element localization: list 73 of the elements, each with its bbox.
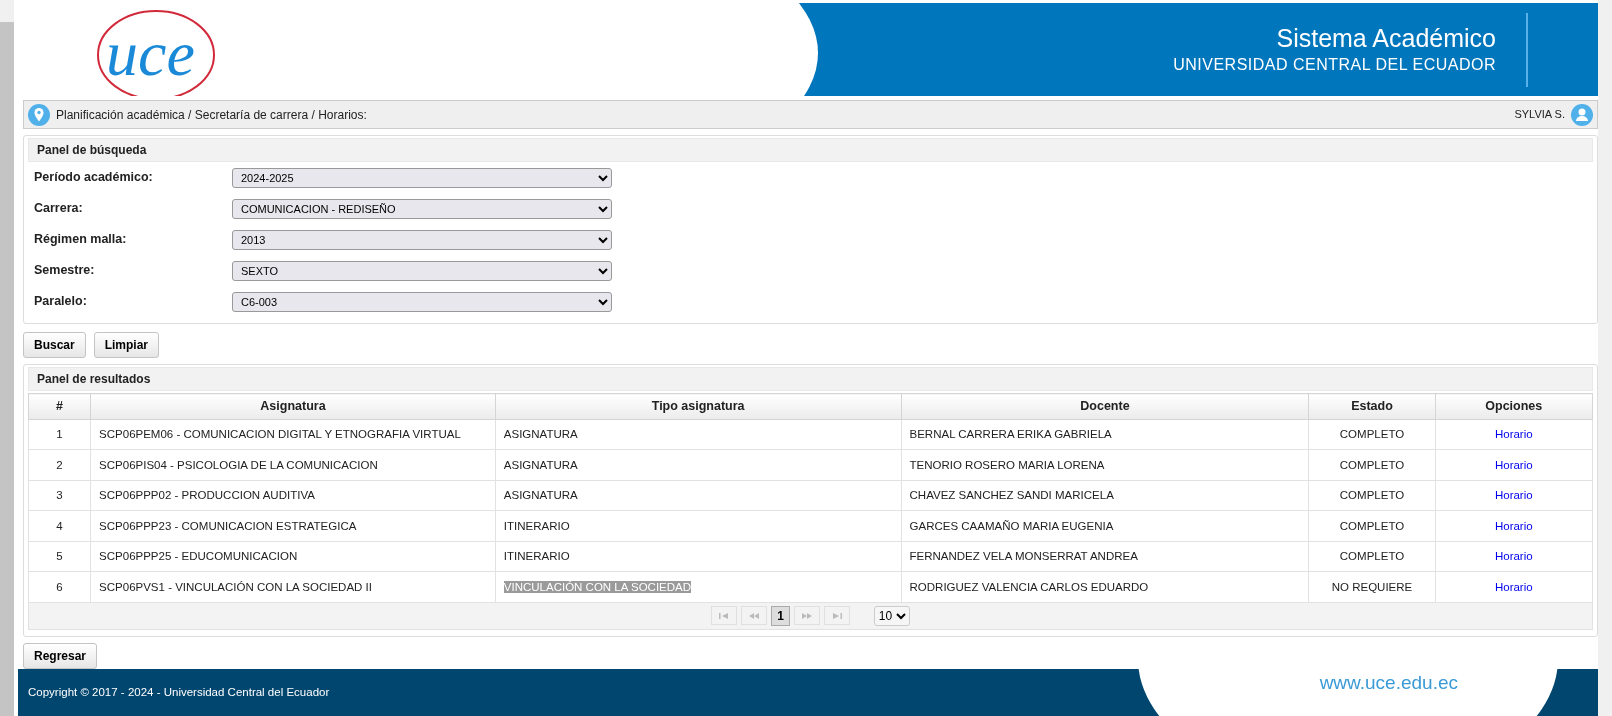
schedule-link[interactable]: Horario <box>1494 458 1533 471</box>
table-cell: 5 <box>28 541 91 572</box>
table-cell: NO REQUIERE <box>1308 571 1436 603</box>
column-header: Tipo asignatura <box>495 393 902 420</box>
field-label: Semestre: <box>33 262 96 280</box>
website-url: www.uce.edu.ec <box>1319 670 1458 695</box>
scrollbar[interactable] <box>0 0 14 716</box>
table-cell: 1 <box>28 419 91 450</box>
table-cell: ITINERARIO <box>495 541 902 572</box>
table-cell: 3 <box>28 480 91 511</box>
field-label: Paralelo: <box>33 293 88 311</box>
location-pin-icon <box>28 103 50 126</box>
schedule-link[interactable]: Horario <box>1494 550 1533 562</box>
table-cell: TENORIO ROSERO MARIA LORENA <box>901 449 1309 481</box>
table-cell: COMPLETO <box>1308 541 1436 572</box>
column-header: Opciones <box>1435 393 1593 420</box>
table-cell: COMPLETO <box>1308 419 1436 450</box>
field-label: Régimen malla: <box>33 231 128 249</box>
field-label: Período académico: <box>33 169 154 187</box>
table-cell: SCP06PPP25 - EDUCOMUNICACION <box>90 541 496 572</box>
table-cell: SCP06PEM06 - COMUNICACION DIGITAL Y ETNOGRAFIA VIRTUAL <box>90 419 496 450</box>
table-cell: 6 <box>28 571 91 603</box>
table-cell: COMPLETO <box>1308 510 1436 542</box>
schedule-link[interactable]: Horario <box>1494 489 1533 501</box>
table-cell: GARCES CAAMAÑO MARIA EUGENIA <box>901 510 1309 542</box>
table-cell: ITINERARIO <box>495 510 902 542</box>
column-header: Docente <box>901 393 1309 420</box>
dropdown-field[interactable]: 2013 <box>232 229 612 250</box>
dropdown-field[interactable]: 2024-2025 <box>232 167 612 188</box>
last-page-icon[interactable] <box>823 606 850 626</box>
back-button[interactable]: Regresar <box>23 642 98 669</box>
schedule-link[interactable]: Horario <box>1494 580 1533 593</box>
column-header: Asignatura <box>90 393 496 420</box>
app-title: Sistema Académico <box>1275 22 1496 53</box>
scrollbar[interactable] <box>1598 0 1612 716</box>
field-label: Carrera: <box>33 200 84 218</box>
table-cell: 2 <box>28 449 91 481</box>
table-cell: COMPLETO <box>1308 480 1436 511</box>
dropdown-field[interactable]: COMUNICACION - REDISEÑO <box>232 198 612 219</box>
dropdown-field[interactable]: SEXTO <box>232 260 612 281</box>
table-cell: ASIGNATURA <box>495 480 902 511</box>
table-cell: FERNANDEZ VELA MONSERRAT ANDREA <box>901 541 1309 572</box>
table-cell: COMPLETO <box>1308 449 1436 481</box>
table-cell: SCP06PPP23 - COMUNICACION ESTRATEGICA <box>90 510 496 542</box>
first-page-icon[interactable] <box>711 606 738 626</box>
table-cell: ASIGNATURA <box>495 449 902 481</box>
search-form-button[interactable]: Buscar <box>23 332 86 359</box>
column-header: # <box>28 393 91 420</box>
page-number[interactable]: 1 <box>771 605 790 626</box>
table-cell: BERNAL CARRERA ERIKA GABRIELA <box>901 419 1309 450</box>
breadcrumb-path: Planificación académica / Secretaría de carrera / Horarios: <box>56 106 367 124</box>
table-cell: SCP06PIS04 - PSICOLOGIA DE LA COMUNICACION <box>90 449 496 481</box>
rows-per-page-select[interactable]: 10 <box>873 605 910 626</box>
copyright-text: Copyright © 2017 - 2024 - Universidad Central del Ecuador <box>28 684 330 700</box>
panel-title: Panel de resultados <box>28 367 1593 392</box>
university-name: UNIVERSIDAD CENTRAL DEL ECUADOR <box>1173 54 1496 75</box>
column-header: Estado <box>1308 393 1436 420</box>
schedule-link[interactable]: Horario <box>1494 428 1533 440</box>
table-cell: CHAVEZ SANCHEZ SANDI MARICELA <box>901 480 1309 511</box>
table-cell: SCP06PVS1 - VINCULACIÓN CON LA SOCIEDAD II <box>90 571 496 603</box>
user-avatar-icon[interactable] <box>1571 103 1593 126</box>
dropdown-field[interactable]: C6-003 <box>232 291 612 312</box>
previous-page-icon[interactable] <box>741 606 768 626</box>
table-cell: ASIGNATURA <box>495 419 902 450</box>
table-cell: RODRIGUEZ VALENCIA CARLOS EDUARDO <box>901 571 1309 603</box>
panel-title: Panel de búsqueda <box>28 138 1593 163</box>
search-form-button[interactable]: Limpiar <box>93 332 160 359</box>
table-cell: VINCULACIÓN CON LA SOCIEDAD <box>495 571 902 603</box>
next-page-icon[interactable] <box>793 606 820 626</box>
table-cell: 4 <box>28 510 91 542</box>
schedule-link[interactable]: Horario <box>1494 519 1533 532</box>
table-cell: SCP06PPP02 - PRODUCCION AUDITIVA <box>90 480 496 511</box>
user-name: SYLVIA S. <box>1514 107 1565 123</box>
